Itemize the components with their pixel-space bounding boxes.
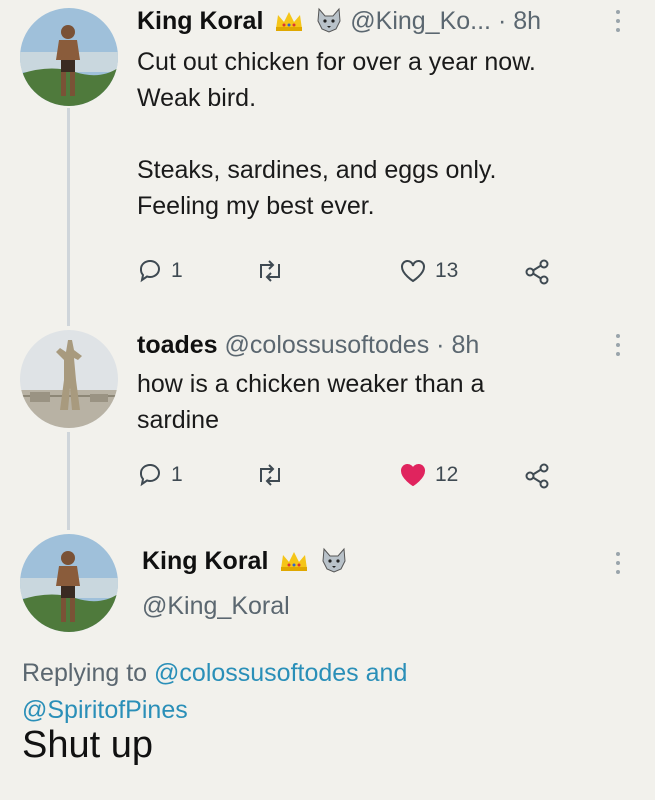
mention-link[interactable]: @colossusoftodes (154, 659, 359, 687)
timestamp[interactable]: 8h (513, 7, 541, 35)
crown-emoji-icon (279, 549, 309, 580)
author-handle[interactable]: @King_Ko... (350, 7, 491, 35)
tweet-text-line: Steaks, sardines, and eggs only. (137, 156, 497, 184)
replying-to-and: and (365, 659, 408, 687)
author-name[interactable]: King Koral (142, 547, 268, 575)
reply-count: 1 (171, 463, 183, 486)
tweet-header: King Koral (142, 546, 348, 580)
reply-count: 1 (171, 259, 183, 282)
like-count: 13 (435, 259, 459, 282)
more-icon[interactable] (616, 10, 622, 37)
mention-link[interactable]: @SpiritofPines (22, 696, 188, 724)
share-icon (525, 259, 549, 285)
replying-to: Replying to @colossusoftodes and @Spirit… (22, 655, 582, 729)
like-button[interactable]: 13 (399, 258, 458, 284)
like-count: 12 (435, 463, 459, 486)
tweet-actions: 1 13 (137, 258, 567, 288)
author-handle[interactable]: @King_Koral (142, 592, 290, 621)
replying-to-prefix: Replying to (22, 659, 148, 687)
tweet-text-line: Feeling my best ever. (137, 192, 375, 220)
thread-line-1 (67, 108, 70, 326)
tweet-text-line: how is a chicken weaker than a (137, 370, 485, 398)
retweet-button[interactable] (255, 462, 285, 488)
reply-icon (139, 463, 160, 487)
share-icon (525, 463, 549, 489)
crown-emoji-icon (274, 9, 304, 40)
like-button[interactable]: 12 (399, 462, 458, 488)
like-icon (401, 464, 425, 487)
more-icon[interactable] (616, 334, 622, 361)
separator: · (436, 331, 445, 359)
like-icon (401, 260, 425, 283)
wolf-emoji-icon (320, 547, 348, 580)
tweet-text: Shut up (22, 724, 153, 766)
tweet-text-line: sardine (137, 406, 219, 434)
tweet-header: toades @colossusoftodes · 8h (137, 330, 479, 360)
author-handle[interactable]: @colossusoftodes (225, 331, 430, 359)
retweet-icon (260, 260, 280, 282)
author-name[interactable]: King Koral (137, 7, 263, 35)
wolf-emoji-icon (315, 7, 343, 40)
avatar[interactable] (20, 534, 118, 632)
avatar[interactable] (20, 330, 118, 428)
tweet-text: Cut out chicken for over a year now. Wea… (137, 44, 637, 224)
retweet-button[interactable] (255, 258, 285, 284)
more-icon[interactable] (616, 552, 622, 579)
thread-line-2 (67, 432, 70, 530)
avatar[interactable] (20, 8, 118, 106)
tweet-text-line: Weak bird. (137, 84, 257, 112)
reply-icon (139, 259, 160, 283)
share-button[interactable] (523, 462, 551, 490)
tweet-text-line: Cut out chicken for over a year now. (137, 48, 536, 76)
share-button[interactable] (523, 258, 551, 286)
tweet-header: King Koral @King_Ko... · 8h (137, 6, 541, 40)
retweet-icon (260, 464, 280, 486)
reply-button[interactable]: 1 (137, 462, 183, 488)
separator: · (497, 7, 507, 35)
tweet-text: how is a chicken weaker than a sardine (137, 366, 637, 438)
author-name[interactable]: toades (137, 331, 218, 359)
timestamp[interactable]: 8h (451, 331, 479, 359)
reply-button[interactable]: 1 (137, 258, 183, 284)
tweet-actions: 1 12 (137, 462, 567, 492)
